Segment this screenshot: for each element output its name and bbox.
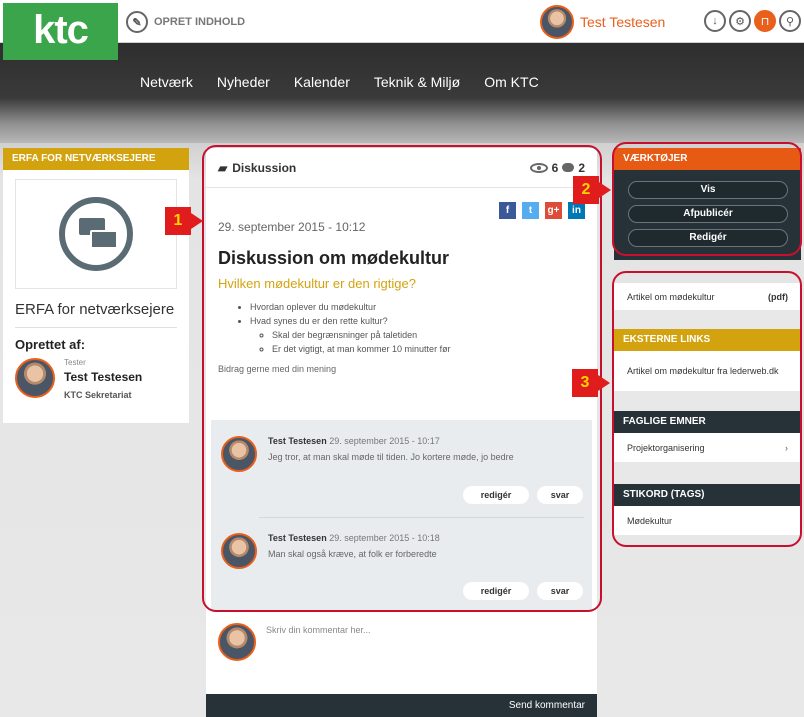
main-nav: Netværk Nyheder Kalender Teknik & Miljø …: [128, 68, 551, 96]
creator-name: Test Testesen: [64, 370, 143, 384]
annotation-number: 3: [572, 369, 598, 397]
arrow-right-icon: [598, 375, 610, 391]
nav-item-nyheder[interactable]: Nyheder: [205, 68, 282, 96]
discussion-group-icon: [59, 197, 133, 271]
top-bar: ✎ OPRET INDHOLD Test Testesen ↓ ⚙ ⊓ ⚲: [0, 0, 804, 43]
annotation-ring-1: [202, 145, 602, 612]
lock-icon[interactable]: ⊓: [754, 10, 776, 32]
create-content-label: OPRET INDHOLD: [154, 16, 246, 28]
group-panel: ERFA FOR NETVÆRKSEJERE ERFA for netværks…: [3, 148, 189, 423]
gear-icon[interactable]: ⚙: [729, 10, 751, 32]
user-menu[interactable]: Test Testesen: [540, 5, 665, 39]
annotation-ring-2: [612, 142, 802, 256]
created-by-label: Oprettet af:: [15, 337, 86, 352]
nav-item-om-ktc[interactable]: Om KTC: [472, 68, 550, 96]
creator-role: Tester: [64, 358, 86, 367]
creator-org: KTC Sekretariat: [64, 390, 132, 400]
create-content-button[interactable]: ✎ OPRET INDHOLD: [126, 10, 245, 34]
ktc-logo[interactable]: ktc: [3, 3, 118, 60]
annotation-flag-2: 2: [573, 176, 611, 204]
group-panel-title: ERFA FOR NETVÆRKSEJERE: [3, 148, 189, 170]
annotation-flag-1: 1: [165, 207, 203, 235]
edit-icon: ✎: [126, 11, 148, 33]
hero-banner: Netværk Nyheder Kalender Teknik & Miljø …: [0, 43, 804, 143]
download-icon[interactable]: ↓: [704, 10, 726, 32]
nav-item-teknik-miljo[interactable]: Teknik & Miljø: [362, 68, 472, 96]
arrow-right-icon: [191, 213, 203, 229]
arrow-right-icon: [599, 182, 611, 198]
group-image: [15, 179, 177, 289]
creator-avatar: [15, 358, 55, 398]
annotation-flag-3: 3: [572, 369, 610, 397]
annotation-ring-3: [612, 271, 802, 547]
top-tools: ↓ ⚙ ⊓ ⚲: [704, 10, 801, 32]
user-name: Test Testesen: [580, 14, 666, 30]
send-comment-button[interactable]: Send kommentar: [206, 694, 597, 717]
user-avatar: [540, 5, 574, 39]
annotation-number: 2: [573, 176, 599, 204]
comment-input[interactable]: Skriv din kommentar her...: [266, 625, 371, 661]
creator-card[interactable]: Tester Test Testesen KTC Sekretariat: [15, 358, 177, 400]
group-title[interactable]: ERFA for netværksejere: [15, 301, 177, 328]
search-icon[interactable]: ⚲: [779, 10, 801, 32]
nav-item-netvaerk[interactable]: Netværk: [128, 68, 205, 96]
writer-avatar: [218, 623, 256, 661]
annotation-number: 1: [165, 207, 191, 235]
write-comment[interactable]: Skriv din kommentar her...: [218, 623, 371, 661]
nav-item-kalender[interactable]: Kalender: [282, 68, 362, 96]
